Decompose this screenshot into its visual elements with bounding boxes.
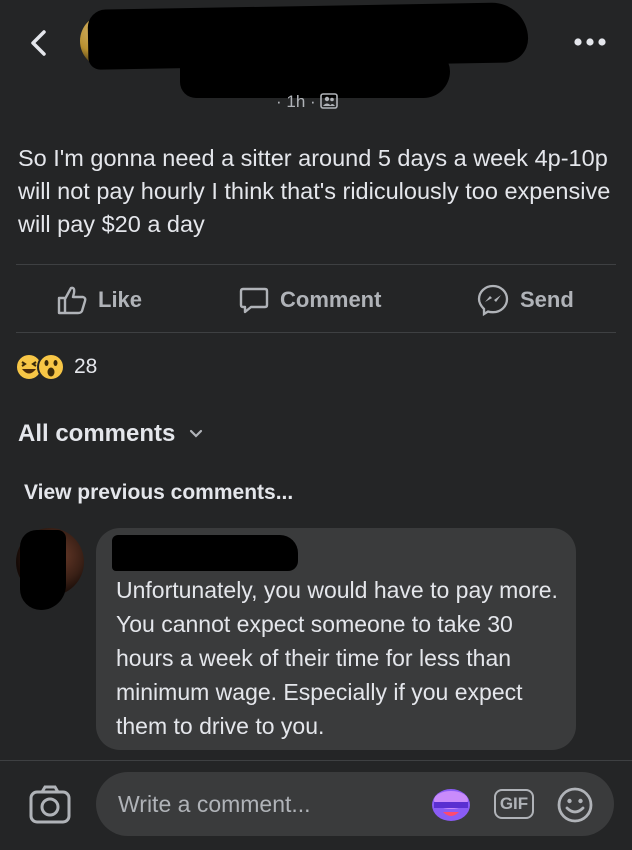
comment-button[interactable]: Comment xyxy=(238,282,381,318)
comments-filter-label: All comments xyxy=(18,420,176,447)
like-button[interactable]: Like xyxy=(56,282,142,318)
divider xyxy=(16,332,616,333)
send-label: Send xyxy=(520,287,574,312)
messenger-icon xyxy=(477,284,509,317)
post-meta: · 1h · xyxy=(276,92,339,112)
like-label: Like xyxy=(98,287,143,312)
emoji-icon[interactable] xyxy=(556,786,594,824)
send-button[interactable]: Send xyxy=(476,282,574,318)
comments-filter-dropdown[interactable]: All comments xyxy=(18,420,203,448)
redaction-block xyxy=(112,535,298,571)
redaction-block xyxy=(20,530,66,610)
post-body: So I'm gonna need a sitter around 5 days… xyxy=(18,145,611,237)
comment-input-placeholder: Write a comment... xyxy=(118,791,311,817)
chevron-down-icon xyxy=(190,429,203,438)
back-arrow-icon[interactable] xyxy=(24,28,54,58)
comment-label: Comment xyxy=(280,287,382,312)
redaction-block xyxy=(180,50,450,98)
comment-text: Unfortunately, you would have to pay mor… xyxy=(116,577,558,739)
divider xyxy=(16,264,616,265)
gif-button[interactable]: GIF xyxy=(494,789,534,819)
comment-bubble-icon xyxy=(239,287,269,314)
post-time: · 1h · xyxy=(276,92,316,111)
reaction-summary[interactable]: 28 xyxy=(14,352,97,382)
thumbs-up-icon xyxy=(57,286,87,315)
camera-icon[interactable] xyxy=(28,783,72,827)
wow-reaction-icon xyxy=(37,353,65,381)
view-previous-comments-link[interactable]: View previous comments... xyxy=(24,481,293,505)
avatar-sticker-icon[interactable] xyxy=(430,786,472,824)
reaction-count: 28 xyxy=(74,355,98,378)
audience-friends-icon xyxy=(320,93,339,109)
more-options-icon[interactable] xyxy=(572,32,608,52)
